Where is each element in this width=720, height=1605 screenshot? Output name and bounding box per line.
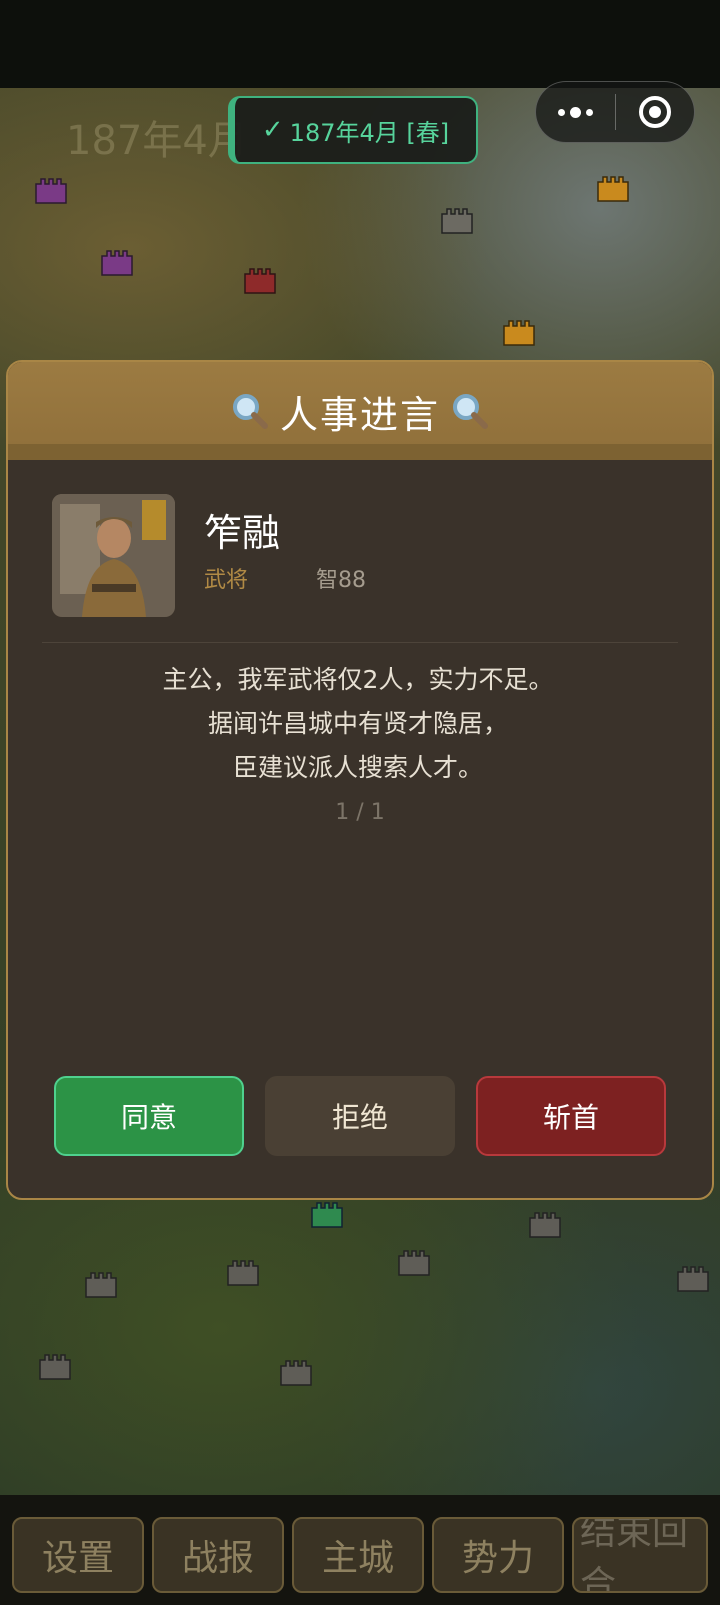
nav-end-turn[interactable]: 结束回合 bbox=[572, 1517, 708, 1593]
page-indicator: 1 / 1 bbox=[335, 800, 385, 825]
castle-icon[interactable] bbox=[596, 174, 630, 202]
castle-icon[interactable] bbox=[279, 1358, 313, 1386]
check-icon: ✓ bbox=[261, 115, 284, 145]
nav-settings[interactable]: 设置 bbox=[12, 1517, 144, 1593]
message-line: 臣建议派人搜索人才。 bbox=[232, 753, 483, 782]
close-button[interactable] bbox=[616, 82, 695, 142]
castle-icon[interactable] bbox=[310, 1200, 344, 1228]
more-dots-icon bbox=[557, 106, 593, 118]
agree-button[interactable]: 同意 bbox=[54, 1076, 244, 1156]
advisor-card: 笮融 武将 智88 bbox=[52, 494, 672, 619]
dialog-header: 人事进言 bbox=[8, 362, 712, 460]
bottom-nav: 设置 战报 主城 势力 结束回合 bbox=[0, 1495, 720, 1605]
advisor-intelligence: 智88 bbox=[316, 568, 366, 593]
advice-message: 主公，我军武将仅2人，实力不足。 据闻许昌城中有贤才隐居， 臣建议派人搜索人才。 bbox=[48, 658, 668, 790]
castle-icon[interactable] bbox=[528, 1210, 562, 1238]
castle-icon[interactable] bbox=[676, 1264, 710, 1292]
castle-icon[interactable] bbox=[243, 266, 277, 294]
castle-icon[interactable] bbox=[34, 176, 68, 204]
castle-icon[interactable] bbox=[38, 1352, 72, 1380]
map-year-watermark: 187年4月 bbox=[66, 118, 248, 164]
execute-button[interactable]: 斩首 bbox=[476, 1076, 666, 1156]
message-line: 主公，我军武将仅2人，实力不足。 bbox=[162, 665, 554, 694]
castle-icon[interactable] bbox=[502, 318, 536, 346]
magnifier-icon bbox=[232, 394, 268, 429]
advisor-portrait bbox=[52, 494, 175, 617]
castle-icon[interactable] bbox=[440, 206, 474, 234]
reject-button[interactable]: 拒绝 bbox=[265, 1076, 455, 1156]
advice-dialog: 人事进言 笮融 武将 智88 主公，我军武将仅2人，实力不足。 据闻许昌城中有贤… bbox=[6, 360, 714, 1200]
message-line: 据闻许昌城中有贤才隐居， bbox=[207, 709, 508, 738]
more-button[interactable] bbox=[536, 82, 615, 142]
nav-battle-report[interactable]: 战报 bbox=[152, 1517, 284, 1593]
mini-program-capsule bbox=[535, 81, 695, 143]
advisor-name: 笮融 bbox=[204, 511, 281, 555]
advisor-role: 武将 bbox=[204, 568, 249, 593]
castle-icon[interactable] bbox=[100, 248, 134, 276]
castle-icon[interactable] bbox=[397, 1248, 431, 1276]
date-badge: ✓ 187年4月 [春] bbox=[228, 96, 478, 164]
divider bbox=[42, 642, 678, 643]
castle-icon[interactable] bbox=[84, 1270, 118, 1298]
magnifier-icon bbox=[453, 394, 488, 429]
status-bar bbox=[0, 0, 720, 88]
nav-main-city[interactable]: 主城 bbox=[292, 1517, 424, 1593]
target-circle-icon bbox=[638, 96, 671, 128]
nav-factions[interactable]: 势力 bbox=[432, 1517, 564, 1593]
date-text: 187年4月 [春] bbox=[289, 118, 450, 147]
dialog-title: 人事进言 bbox=[279, 392, 440, 437]
castle-icon[interactable] bbox=[226, 1258, 260, 1286]
